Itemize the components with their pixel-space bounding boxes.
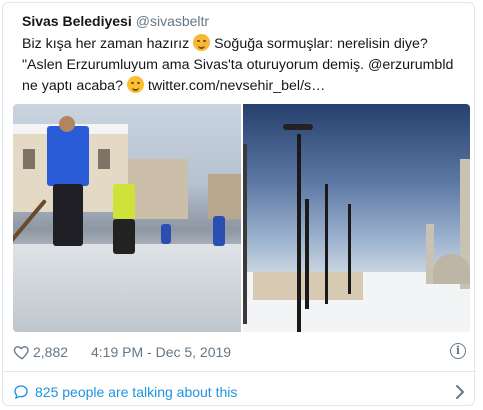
speech-bubble-icon (14, 385, 28, 400)
author-name[interactable]: Sivas Belediyesi (22, 13, 132, 29)
tweet-text-segment: Biz kışa her zaman hazırız (22, 36, 190, 52)
smiling-face-with-smiling-eyes-icon (193, 34, 211, 51)
embedded-tweet-card: Sivas Belediyesi @sivasbeltr Biz kışa her… (2, 2, 476, 406)
smiling-face-icon (126, 76, 144, 93)
tweet-text-line-2: "Aslen Erzurumluyum ama Sivas'ta oturuyo… (22, 55, 467, 76)
conversation-count-label[interactable]: 825 people are talking about this (35, 384, 237, 400)
heart-icon[interactable] (13, 343, 31, 361)
photo-snowy-square[interactable] (243, 104, 470, 332)
tweet-text-segment: Soğuğa sormuşlar: nerelisin diye? (214, 36, 428, 52)
tweet-media[interactable] (13, 104, 470, 332)
author-handle[interactable]: @sivasbeltr (136, 13, 209, 29)
tweet-link[interactable]: twitter.com/nevsehir_bel/s… (148, 78, 325, 94)
photo-snow-clearing[interactable] (13, 104, 241, 332)
tweet-author[interactable]: Sivas Belediyesi @sivasbeltr (22, 12, 209, 30)
tweet-text-line-3: ne yaptı acaba? twitter.com/nevsehir_bel… (22, 76, 467, 97)
tweet-text-segment: "Aslen Erzurumluyum ama Sivas'ta oturuyo… (22, 57, 454, 73)
tweet-text-segment: ne yaptı acaba? (22, 78, 123, 94)
divider (3, 371, 476, 372)
info-icon[interactable]: i (450, 343, 466, 359)
tweet-text-line-1: Biz kışa her zaman hazırız Soğuğa sormuş… (22, 34, 467, 55)
tweet-footer: 2,882 4:19 PM - Dec 5, 2019 i (13, 341, 468, 363)
chevron-right-icon[interactable] (453, 383, 467, 401)
tweet-timestamp[interactable]: 4:19 PM - Dec 5, 2019 (91, 344, 231, 360)
tweet-text: Biz kışa her zaman hazırız Soğuğa sormuş… (22, 34, 467, 97)
like-count[interactable]: 2,882 (33, 344, 68, 360)
